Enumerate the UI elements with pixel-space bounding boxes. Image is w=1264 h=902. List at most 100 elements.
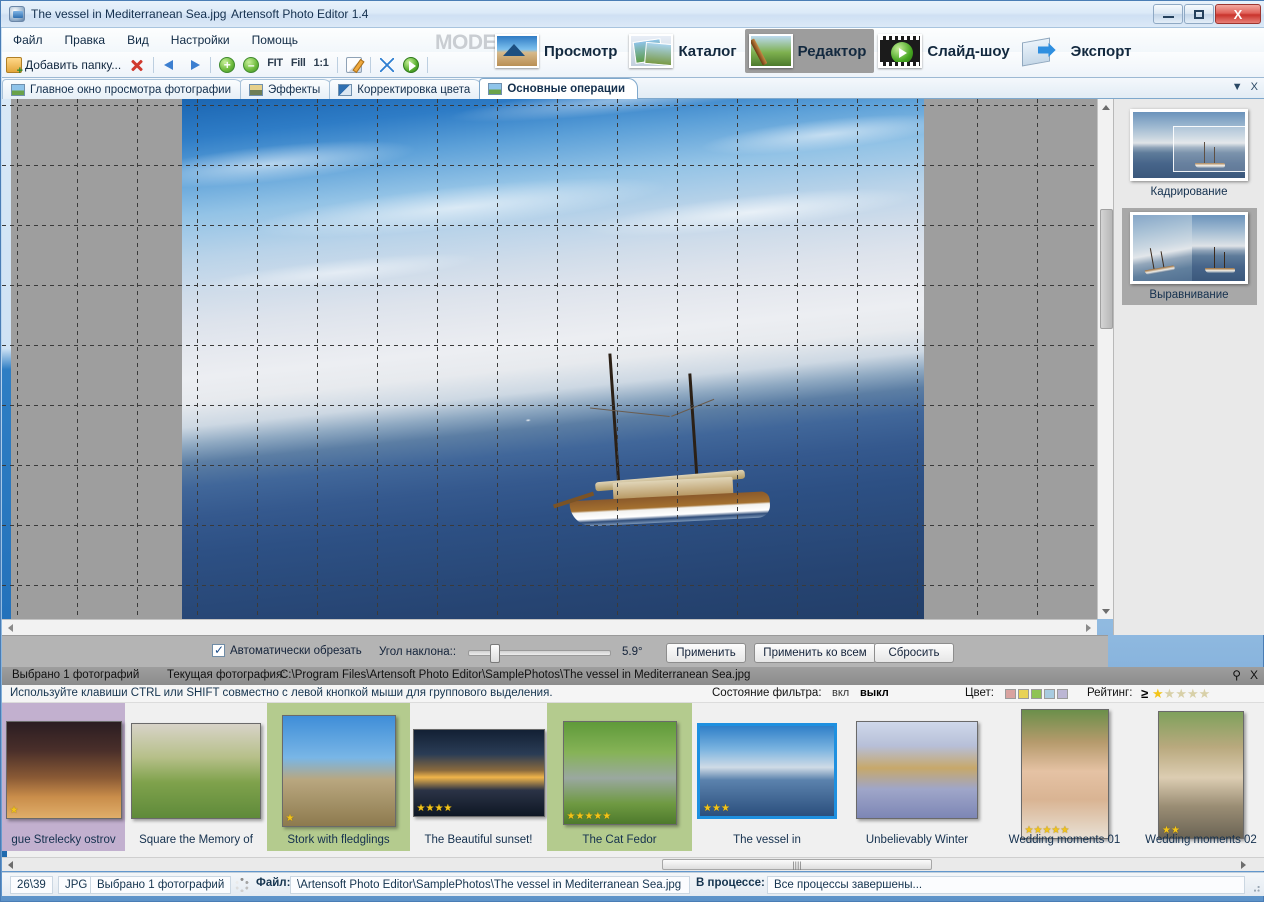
filmstrip-item[interactable]: ★ ★ ★ The vessel in (692, 703, 842, 851)
color-swatch-3[interactable] (1044, 689, 1055, 699)
color-swatch-0[interactable] (1005, 689, 1016, 699)
fit-button[interactable]: FIT (263, 52, 287, 78)
menu-file[interactable]: Файл (2, 28, 54, 52)
filmstrip-item[interactable]: Square the Memory of (125, 703, 267, 851)
menu-settings[interactable]: Настройки (160, 28, 241, 52)
mode-button-catalog[interactable]: Каталог (625, 29, 744, 73)
auto-crop-checkbox-box[interactable] (212, 643, 225, 657)
tab-basic-operations[interactable]: Основные операции (479, 78, 639, 99)
scroll-up-arrow-icon[interactable] (1098, 99, 1114, 115)
straighten-preview-thumbnail (1130, 212, 1248, 284)
tab-color-correction[interactable]: Корректировка цвета (329, 79, 484, 99)
next-button[interactable] (182, 52, 206, 78)
angle-slider[interactable] (468, 644, 611, 663)
filmstrip-item[interactable]: ★ Stork with fledglings (267, 703, 410, 851)
panel-close-icon[interactable]: X (1250, 668, 1258, 682)
canvas-horizontal-scrollbar[interactable] (2, 619, 1097, 635)
tab-main-viewer[interactable]: Главное окно просмотра фотографии (2, 79, 245, 99)
filmstrip-thumbnail[interactable] (856, 721, 978, 819)
toolbar-separator (153, 57, 155, 73)
scroll-right-arrow-icon[interactable] (1081, 620, 1097, 636)
color-swatch-4[interactable] (1057, 689, 1068, 699)
auto-crop-checkbox[interactable]: Автоматически обрезать (212, 643, 362, 657)
apply-button[interactable]: Применить (666, 643, 746, 663)
menu-help[interactable]: Помощь (241, 28, 309, 52)
apply-all-button[interactable]: Применить ко всем (754, 643, 876, 663)
filmstrip-item[interactable]: ★ ★ ★ ★ ★ Wedding moments 01 (992, 703, 1137, 851)
rating-star-4[interactable]: ★ (1187, 687, 1199, 700)
filmstrip-scrollbar[interactable]: |||| (2, 857, 1264, 871)
fill-button[interactable]: Fill (287, 52, 310, 78)
fullscreen-button[interactable] (375, 52, 399, 78)
status-bar: 26\39 JPG Выбрано 1 фотографий Файл: \Ar… (2, 872, 1264, 896)
photo-filmstrip[interactable]: ★ gue Strelecky ostrov Square the Memory o… (2, 703, 1264, 857)
filmstrip-thumbnail[interactable]: ★ ★ ★ (697, 723, 837, 819)
vertical-scroll-thumb[interactable] (1100, 209, 1113, 329)
menu-view[interactable]: Вид (116, 28, 160, 52)
color-filter-swatches[interactable] (1005, 689, 1068, 699)
rating-star-1[interactable]: ★ (1152, 687, 1164, 700)
minimize-button[interactable] (1153, 4, 1183, 24)
scroll-down-arrow-icon[interactable] (1098, 603, 1114, 619)
filter-off-toggle[interactable]: выкл (860, 687, 889, 699)
mode-button-slideshow[interactable]: Слайд-шоу (874, 29, 1017, 73)
rating-operator[interactable]: ≥ (1141, 686, 1148, 701)
filter-on-toggle[interactable]: вкл (832, 687, 849, 699)
filmstrip-scroll-right-icon[interactable] (1236, 858, 1250, 871)
edit-button[interactable] (342, 52, 366, 78)
resize-grip-icon[interactable] (1249, 881, 1261, 893)
filmstrip-thumbnail[interactable]: ★ ★ ★ ★ ★ (562, 721, 677, 825)
photo-hull (569, 491, 771, 528)
filmstrip-thumbnail[interactable] (131, 723, 261, 819)
canvas-vertical-scrollbar[interactable] (1097, 99, 1114, 619)
grid-line-vertical (617, 99, 618, 619)
close-button[interactable]: X (1215, 4, 1261, 24)
filmstrip-item[interactable]: Unbelievably Winter (842, 703, 992, 851)
filmstrip-item[interactable]: ★ ★ ★ ★ The Beautiful sunset! (410, 703, 547, 851)
rating-star-2[interactable]: ★ (1164, 687, 1176, 700)
rating-star-3[interactable]: ★ (1175, 687, 1187, 700)
operation-straighten[interactable]: Выравнивание (1121, 208, 1257, 305)
delete-button[interactable] (125, 52, 149, 78)
filmstrip-item[interactable]: ★ gue Strelecky ostrov (2, 703, 125, 851)
slideshow-button[interactable] (399, 52, 423, 78)
maximize-button[interactable] (1184, 4, 1214, 24)
filmstrip-scroll-left-icon[interactable] (4, 858, 18, 871)
color-swatch-1[interactable] (1018, 689, 1029, 699)
previous-button[interactable] (158, 52, 182, 78)
browser-info-bar: Выбрано 1 фотографий Текущая фотография:… (2, 667, 1264, 685)
mode-label-editor: Редактор (797, 42, 867, 60)
filmstrip-scroll-thumb[interactable]: |||| (662, 859, 932, 870)
mode-button-editor[interactable]: Редактор (744, 29, 875, 73)
rating-star-5[interactable]: ★ (1199, 687, 1211, 700)
toolbar-separator (210, 57, 212, 73)
editor-canvas[interactable] (2, 99, 1097, 619)
color-swatch-2[interactable] (1031, 689, 1042, 699)
add-folder-button[interactable]: Добавить папку... (2, 52, 125, 78)
filmstrip-item[interactable]: ★ ★ ★ ★ ★ The Cat Fedor (547, 703, 692, 851)
filmstrip-thumbnail[interactable]: ★ ★ ★ ★ (412, 729, 545, 817)
menu-edit[interactable]: Правка (54, 28, 117, 52)
filmstrip-thumbnail[interactable]: ★ ★ ★ ★ ★ (1020, 709, 1109, 839)
mode-button-view[interactable]: Просмотр (491, 29, 625, 73)
filmstrip-thumbnail[interactable]: ★ ★ (1158, 711, 1244, 839)
rating-filter-stars[interactable]: ★ ★ ★ ★ ★ (1152, 687, 1210, 700)
tab-label-effects: Эффекты (268, 83, 321, 96)
operation-crop[interactable]: Кадрирование (1122, 105, 1257, 202)
scroll-left-arrow-icon[interactable] (2, 620, 18, 636)
toolbar-separator (336, 57, 338, 73)
pin-icon[interactable]: ⚲ (1232, 668, 1241, 682)
zoom-in-button[interactable]: + (215, 52, 239, 78)
tab-close-icon[interactable]: X (1251, 81, 1258, 93)
reset-button[interactable]: Сбросить (874, 643, 954, 663)
mode-button-export[interactable]: Экспорт (1018, 29, 1140, 73)
angle-slider-thumb[interactable] (490, 644, 500, 663)
tab-dropdown-icon[interactable]: ▼ (1232, 81, 1243, 93)
filmstrip-thumbnail[interactable]: ★ (5, 721, 122, 819)
zoom-out-button[interactable]: – (239, 52, 263, 78)
filmstrip-thumbnail[interactable]: ★ (281, 715, 396, 827)
status-process-value: Все процессы завершены... (767, 876, 1245, 894)
tab-effects[interactable]: Эффекты (240, 79, 334, 99)
filmstrip-item[interactable]: ★ ★ Wedding moments 02 (1137, 703, 1264, 851)
actual-size-button[interactable]: 1:1 (310, 52, 333, 78)
